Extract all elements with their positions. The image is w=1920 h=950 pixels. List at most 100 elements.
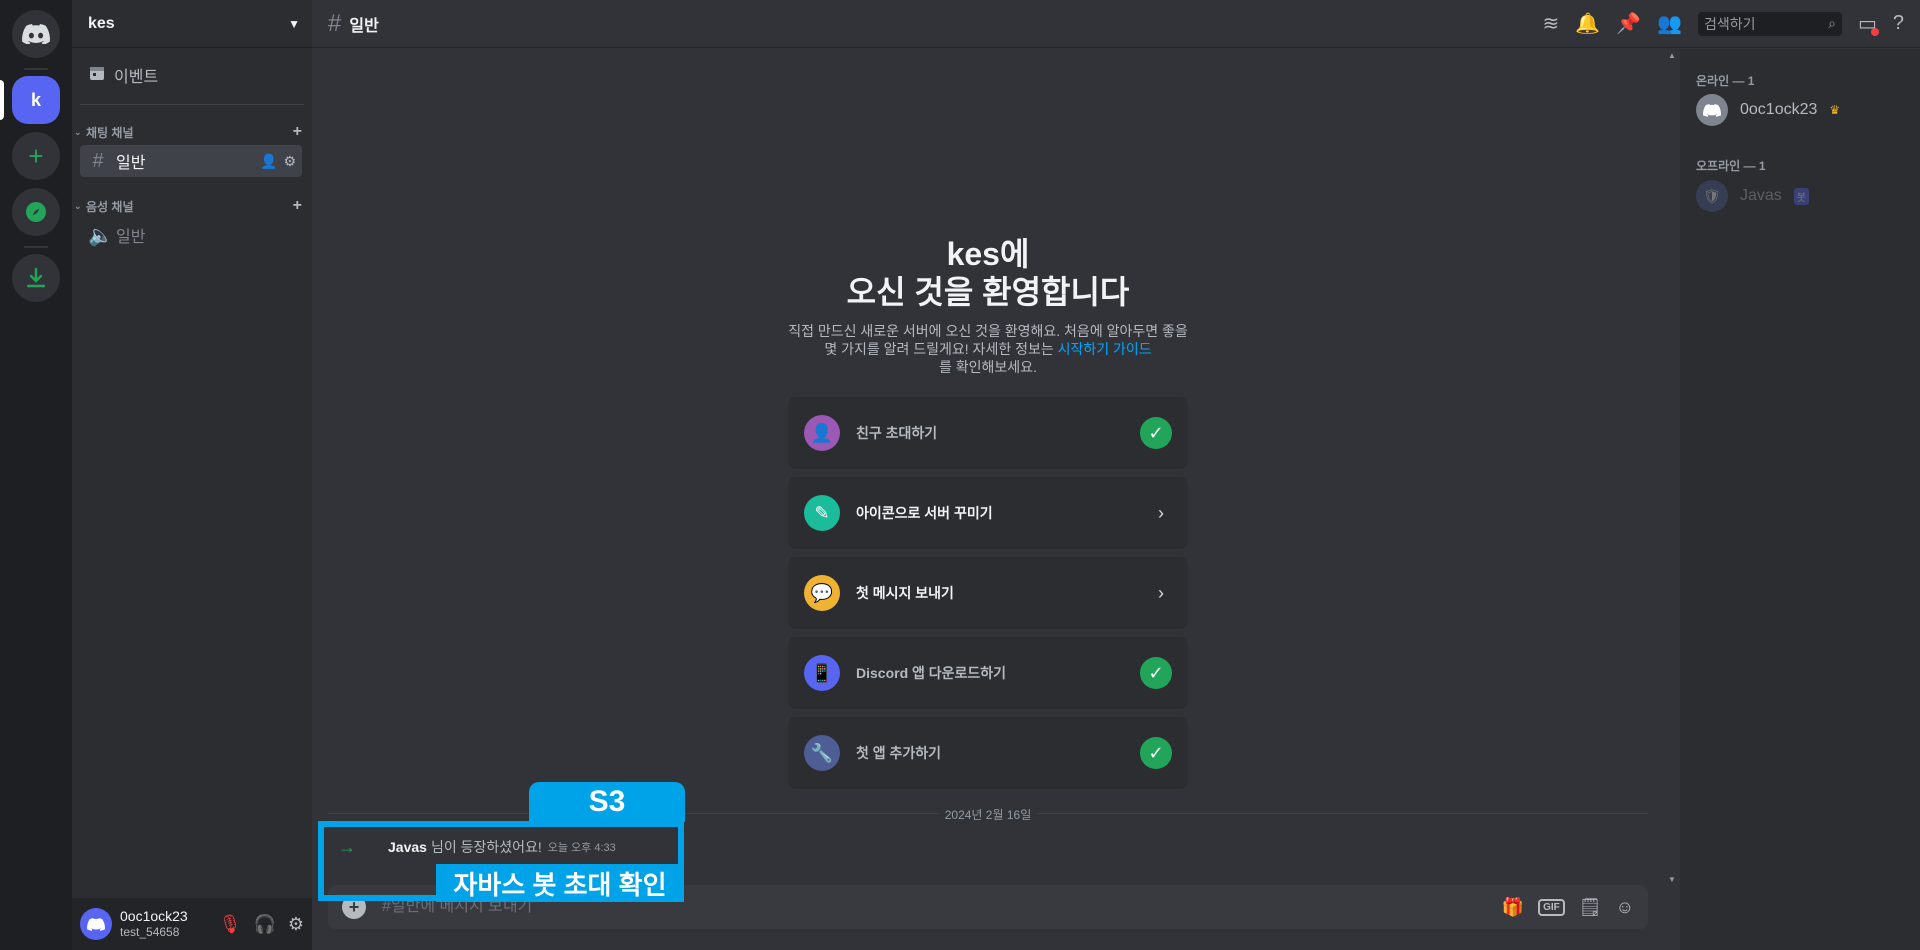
welcome-description: 직접 만드신 새로운 서버에 오신 것을 환영해요. 처음에 알아두면 좋을 몇… [788, 322, 1188, 376]
search-icon: ⌕ [1828, 15, 1836, 31]
user-panel: 0oc1ock23 test_54658 🎙 🎧 ⚙ [72, 898, 312, 950]
download-apps-icon[interactable] [12, 254, 60, 302]
card-label: 아이콘으로 서버 꾸미기 [856, 505, 993, 521]
chevron-down-icon: ⌄ [74, 200, 82, 211]
card-customize-icon[interactable]: ✎ 아이콘으로 서버 꾸미기 › [788, 477, 1188, 549]
member-row[interactable]: 0oc1ock23 ♛ [1696, 90, 1840, 130]
member-name: Javas [1740, 187, 1782, 204]
card-label: 첫 메시지 보내기 [856, 585, 954, 601]
gif-button[interactable]: GIF [1538, 898, 1565, 916]
robot-icon: 🔧 [804, 735, 840, 771]
inbox-icon[interactable]: ▭ [1858, 11, 1879, 36]
username: 0oc1ock23 [120, 908, 188, 925]
headphones-icon[interactable]: 🎧 [253, 914, 275, 935]
speaker-icon: 🔈 [88, 224, 113, 247]
chevron-right-icon: › [1158, 582, 1164, 603]
card-label: Discord 앱 다운로드하기 [856, 665, 1007, 681]
card-download-app[interactable]: 📱 Discord 앱 다운로드하기 ✓ [788, 637, 1188, 709]
channel-title: 일반 [349, 17, 379, 35]
onboarding-cards: 👤 친구 초대하기 ✓ ✎ 아이콘으로 서버 꾸미기 › 💬 첫 메시지 보내기… [788, 397, 1188, 797]
offline-header: 오프라인 — 1 [1696, 159, 1766, 173]
channel-label: 일반 [116, 155, 146, 172]
chevron-down-icon: ▼ [288, 16, 300, 31]
member-name: 0oc1ock23 [1740, 101, 1818, 118]
help-icon[interactable]: ? [1893, 12, 1904, 35]
welcome-desc-text: 를 확인해보세요. [939, 359, 1037, 375]
explore-servers-icon[interactable] [12, 188, 60, 236]
date-divider-label: 2024년 2월 16일 [938, 808, 1038, 822]
check-icon: ✓ [1140, 737, 1172, 769]
rail-divider [24, 68, 48, 70]
events-item[interactable]: 이벤트 [80, 58, 304, 92]
channel-general-text[interactable]: # 일반 👤 ⚙ [80, 145, 302, 177]
rail-divider [24, 246, 48, 248]
sticker-icon[interactable]: 🗒 [1579, 897, 1602, 918]
channel-header: # 일반 ≋ 🔔 📌 👥 검색하기 ⌕ ▭ ? [312, 0, 1920, 48]
card-label: 친구 초대하기 [856, 425, 938, 441]
card-add-app[interactable]: 🔧 첫 앱 추가하기 ✓ [788, 717, 1188, 789]
server-name: kes [88, 14, 115, 32]
card-first-message[interactable]: 💬 첫 메시지 보내기 › [788, 557, 1188, 629]
invite-icon: 👤 [804, 415, 840, 451]
discord-home-icon[interactable] [12, 10, 60, 58]
channel-label: 일반 [116, 229, 146, 246]
welcome-title: 오신 것을 환영합니다 [846, 274, 1130, 310]
members-icon[interactable]: 👥 [1657, 11, 1682, 36]
avatar[interactable] [80, 908, 112, 940]
crown-icon: ♛ [1829, 103, 1841, 117]
member-row[interactable]: 🛡 Javas 봇 [1696, 176, 1809, 216]
chevron-right-icon: › [1158, 502, 1164, 523]
add-channel-icon[interactable]: + [293, 197, 302, 215]
add-channel-icon[interactable]: + [293, 123, 302, 141]
chat-area: kes에 오신 것을 환영합니다 직접 만드신 새로운 서버에 오신 것을 환영… [312, 49, 1664, 929]
selected-server-indicator [0, 80, 4, 120]
create-invite-icon[interactable]: 👤 [260, 153, 277, 170]
getting-started-link[interactable]: 시작하기 가이드 [1058, 341, 1152, 357]
scroll-down-icon[interactable]: ▼ [1668, 875, 1676, 884]
avatar [1696, 94, 1728, 126]
check-icon: ✓ [1140, 417, 1172, 449]
chat-scrollbar[interactable]: ▲ ▼ [1664, 49, 1680, 886]
server-rail: k + [0, 0, 72, 950]
channel-general-voice[interactable]: 🔈 일반 [80, 219, 302, 251]
user-tag: test_54658 [120, 925, 180, 940]
step-caption: 자바스 봇 초대 확인 [436, 864, 684, 902]
threads-icon[interactable]: ≋ [1542, 11, 1559, 36]
server-icon-kes[interactable]: k [12, 76, 60, 124]
gift-icon[interactable]: 🎁 [1502, 897, 1524, 918]
check-icon: ✓ [1140, 657, 1172, 689]
notification-dot [1870, 28, 1879, 36]
hashtag-icon: # [92, 149, 104, 172]
scroll-up-icon[interactable]: ▲ [1668, 51, 1676, 60]
category-label: 음성 채널 [86, 199, 134, 214]
chevron-down-icon: ⌄ [74, 126, 82, 137]
gear-icon[interactable]: ⚙ [283, 153, 296, 170]
welcome-title-server: kes에 [946, 236, 1030, 272]
emoji-icon[interactable]: ☺ [1616, 897, 1634, 918]
microphone-muted-icon[interactable]: 🎙 [219, 914, 242, 935]
member-list: 온라인 — 1 0oc1ock23 ♛ 오프라인 — 1 🛡 Javas 봇 [1680, 49, 1920, 950]
search-input[interactable]: 검색하기 ⌕ [1697, 11, 1842, 36]
user-info[interactable]: 0oc1ock23 test_54658 [120, 908, 188, 939]
message-icon: 💬 [804, 575, 840, 611]
brush-icon: ✎ [804, 495, 840, 531]
phone-icon: 📱 [804, 655, 840, 691]
calendar-icon [88, 64, 106, 87]
category-text-channels[interactable]: ⌄ 채팅 채널 + [74, 120, 310, 144]
search-placeholder: 검색하기 [1703, 15, 1756, 32]
pin-icon[interactable]: 📌 [1616, 11, 1641, 36]
hashtag-icon: # [328, 9, 342, 37]
bell-icon[interactable]: 🔔 [1575, 11, 1600, 36]
category-voice-channels[interactable]: ⌄ 음성 채널 + [74, 194, 310, 218]
gear-icon[interactable]: ⚙ [288, 914, 304, 935]
sidebar-divider [80, 104, 304, 105]
card-invite-friends[interactable]: 👤 친구 초대하기 ✓ [788, 397, 1188, 469]
step-tab: S3 [529, 782, 685, 822]
online-header: 온라인 — 1 [1696, 74, 1755, 88]
bot-badge: 봇 [1793, 187, 1809, 205]
add-server-icon[interactable]: + [12, 132, 60, 180]
channel-sidebar: kes ▼ 이벤트 ⌄ 채팅 채널 + # 일반 👤 ⚙ ⌄ 음성 채널 + 🔈… [72, 0, 312, 950]
card-label: 첫 앱 추가하기 [856, 745, 942, 761]
server-header[interactable]: kes ▼ [72, 0, 312, 48]
events-label: 이벤트 [114, 69, 159, 86]
